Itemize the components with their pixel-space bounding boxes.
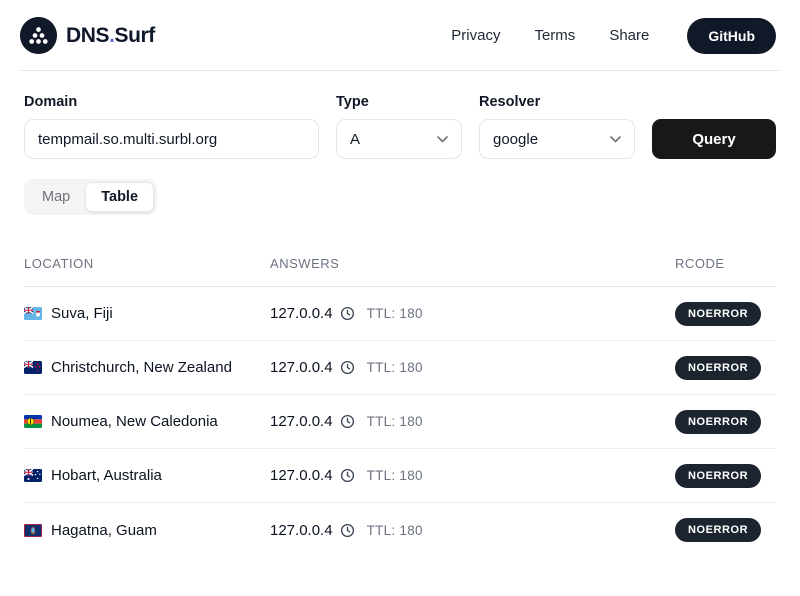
clock-icon <box>340 414 355 429</box>
location-cell: Christchurch, New Zealand <box>24 359 270 376</box>
table-header-row: LOCATION ANSWERS RCODE <box>24 256 776 287</box>
answers-cell: 127.0.0.4 TTL: 180 <box>270 522 675 539</box>
rcode-badge: NOERROR <box>675 410 761 434</box>
column-header-rcode: RCODE <box>675 256 776 271</box>
type-select-value: A <box>350 131 360 148</box>
rcode-cell: NOERROR <box>675 464 776 488</box>
rcode-cell: NOERROR <box>675 518 776 542</box>
answer-ip: 127.0.0.4 <box>270 359 333 376</box>
table-row: Suva, Fiji 127.0.0.4 TTL: 180 NOERROR <box>24 287 776 341</box>
column-header-answers: ANSWERS <box>270 256 675 271</box>
clock-icon <box>340 468 355 483</box>
type-label: Type <box>336 94 462 110</box>
query-button[interactable]: Query <box>652 119 776 159</box>
answers-cell: 127.0.0.4 TTL: 180 <box>270 467 675 484</box>
answers-cell: 127.0.0.4 TTL: 180 <box>270 305 675 322</box>
brand-name: DNS.Surf <box>66 24 155 48</box>
rcode-cell: NOERROR <box>675 302 776 326</box>
domain-label: Domain <box>24 94 319 110</box>
location-text: Noumea, New Caledonia <box>51 413 218 430</box>
answers-cell: 127.0.0.4 TTL: 180 <box>270 413 675 430</box>
type-select[interactable]: A <box>336 119 462 159</box>
results-table: LOCATION ANSWERS RCODE Suva, Fiji 127.0. <box>24 256 776 557</box>
table-row: Hobart, Australia 127.0.0.4 TTL: 180 NOE… <box>24 449 776 503</box>
ttl-text: TTL: 180 <box>367 468 423 483</box>
domain-input[interactable] <box>24 119 319 159</box>
table-row: Noumea, New Caledonia 127.0.0.4 TTL: 180… <box>24 395 776 449</box>
location-cell: Hagatna, Guam <box>24 522 270 539</box>
flag-new-caledonia-icon <box>24 415 42 428</box>
rcode-badge: NOERROR <box>675 518 761 542</box>
toggle-map-button[interactable]: Map <box>27 183 85 211</box>
nav-link-privacy[interactable]: Privacy <box>451 27 500 44</box>
type-field: Type A <box>336 94 462 159</box>
ttl-text: TTL: 180 <box>367 414 423 429</box>
flag-australia-icon <box>24 469 42 482</box>
clock-icon <box>340 306 355 321</box>
main-content: Domain Type A Resolver google Query Map … <box>0 94 800 557</box>
clock-icon <box>340 360 355 375</box>
location-text: Hagatna, Guam <box>51 522 157 539</box>
resolver-select-value: google <box>493 131 538 148</box>
rcode-cell: NOERROR <box>675 410 776 434</box>
query-form: Domain Type A Resolver google Query <box>24 94 776 159</box>
answers-cell: 127.0.0.4 TTL: 180 <box>270 359 675 376</box>
header-divider <box>20 70 780 71</box>
flag-guam-icon <box>24 524 42 537</box>
rcode-badge: NOERROR <box>675 356 761 380</box>
resolver-select[interactable]: google <box>479 119 635 159</box>
nav-link-terms[interactable]: Terms <box>534 27 575 44</box>
table-row: Christchurch, New Zealand 127.0.0.4 TTL:… <box>24 341 776 395</box>
brand-logo[interactable]: DNS.Surf <box>20 17 155 54</box>
ttl-text: TTL: 180 <box>367 523 423 538</box>
location-cell: Noumea, New Caledonia <box>24 413 270 430</box>
flag-fiji-icon <box>24 307 42 320</box>
answer-ip: 127.0.0.4 <box>270 305 333 322</box>
location-text: Christchurch, New Zealand <box>51 359 232 376</box>
answer-ip: 127.0.0.4 <box>270 413 333 430</box>
rcode-badge: NOERROR <box>675 464 761 488</box>
location-text: Suva, Fiji <box>51 305 113 322</box>
ttl-text: TTL: 180 <box>367 360 423 375</box>
rcode-badge: NOERROR <box>675 302 761 326</box>
view-toggle: Map Table <box>24 179 157 215</box>
header-nav: Privacy Terms Share GitHub <box>451 18 776 54</box>
clock-icon <box>340 523 355 538</box>
chevron-down-icon <box>437 136 448 143</box>
column-header-location: LOCATION <box>24 256 270 271</box>
dns-surf-logo-icon <box>20 17 57 54</box>
domain-field: Domain <box>24 94 319 159</box>
resolver-label: Resolver <box>479 94 635 110</box>
location-text: Hobart, Australia <box>51 467 162 484</box>
rcode-cell: NOERROR <box>675 356 776 380</box>
location-cell: Suva, Fiji <box>24 305 270 322</box>
flag-new-zealand-icon <box>24 361 42 374</box>
resolver-field: Resolver google <box>479 94 635 159</box>
header: DNS.Surf Privacy Terms Share GitHub <box>0 0 800 70</box>
ttl-text: TTL: 180 <box>367 306 423 321</box>
table-row: Hagatna, Guam 127.0.0.4 TTL: 180 NOERROR <box>24 503 776 557</box>
toggle-table-button[interactable]: Table <box>85 182 154 212</box>
answer-ip: 127.0.0.4 <box>270 522 333 539</box>
answer-ip: 127.0.0.4 <box>270 467 333 484</box>
nav-link-share[interactable]: Share <box>609 27 649 44</box>
chevron-down-icon <box>610 136 621 143</box>
github-button[interactable]: GitHub <box>687 18 776 54</box>
location-cell: Hobart, Australia <box>24 467 270 484</box>
